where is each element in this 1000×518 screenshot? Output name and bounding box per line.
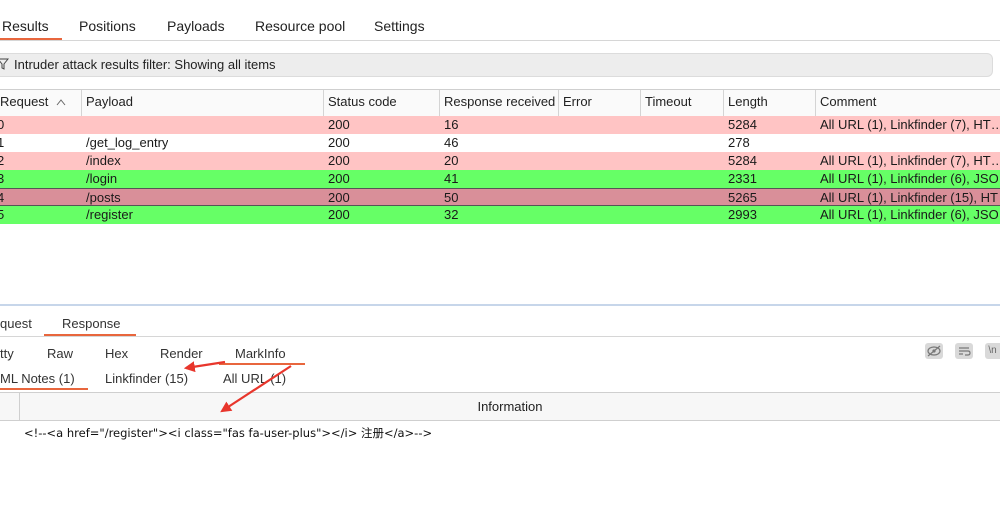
tab-response[interactable]: Response: [62, 316, 121, 331]
tab-raw[interactable]: Raw: [47, 346, 73, 361]
table-cell-received: 46: [444, 135, 459, 150]
table-row[interactable]: 3/login 200 41 2331 All URL (1), Linkfinder …: [0, 170, 1000, 188]
tab-resource-pool[interactable]: Resource pool: [255, 18, 345, 34]
tab-hex[interactable]: Hex: [105, 346, 128, 361]
tab-payloads[interactable]: Payloads: [167, 18, 225, 34]
table-cell-received: 32: [444, 207, 459, 222]
info-table-header: Information: [0, 392, 1000, 421]
table-cell-comment: All URL (1), Linkfinder (15), HT…: [820, 190, 998, 205]
table-cell-payload: /posts: [86, 190, 121, 205]
request-response-divider: [0, 336, 1000, 337]
column-header-comment[interactable]: Comment: [816, 90, 1000, 116]
table-cell-length: 278: [728, 135, 750, 150]
table-cell-received: 41: [444, 171, 459, 186]
table-row[interactable]: 4/posts 200 50 5265 All URL (1), Linkfinder …: [0, 188, 1000, 206]
pane-splitter[interactable]: [0, 304, 1000, 306]
tab-render[interactable]: Render: [160, 346, 203, 361]
info-table-row[interactable]: <!--<a href="/register"><i class="fas fa…: [24, 425, 432, 441]
tab-markinfo-underline: [219, 363, 305, 365]
table-cell-comment: All URL (1), Linkfinder (6), JSO…: [820, 207, 998, 222]
tab-html-notes[interactable]: ML Notes (1): [0, 371, 75, 386]
table-cell-length: 5265: [728, 190, 757, 205]
column-header-length[interactable]: Length: [724, 90, 816, 116]
column-header-status-code[interactable]: Status code: [324, 90, 440, 116]
table-cell-request: 2: [0, 153, 5, 168]
newline-toggle-icon[interactable]: \n: [985, 343, 1000, 359]
table-cell-length: 2993: [728, 207, 757, 222]
table-cell-status: 200: [328, 153, 350, 168]
table-row[interactable]: 5/register 200 32 2993 All URL (1), Linkfind…: [0, 206, 1000, 224]
table-cell-request: 3: [0, 171, 5, 186]
table-cell-status: 200: [328, 117, 350, 132]
table-cell-status: 200: [328, 207, 350, 222]
table-cell-received: 16: [444, 117, 459, 132]
table-cell-status: 200: [328, 171, 350, 186]
tab-linkfinder[interactable]: Linkfinder (15): [105, 371, 188, 386]
tab-positions[interactable]: Positions: [79, 18, 136, 34]
table-row[interactable]: 2/index 200 20 5284 All URL (1), Linkfinder …: [0, 152, 1000, 170]
column-header-response-received[interactable]: Response received: [440, 90, 559, 116]
column-header-request-label: Request: [0, 94, 49, 109]
tab-html-notes-underline: [0, 388, 88, 390]
hide-eye-icon[interactable]: [925, 343, 943, 359]
top-tabs-divider: [0, 40, 1000, 41]
tab-pretty[interactable]: tty: [0, 346, 14, 361]
table-cell-payload: /index: [86, 153, 121, 168]
info-table-index-column: [0, 393, 20, 420]
table-cell-received: 50: [444, 190, 459, 205]
table-cell-payload: /login: [86, 171, 118, 186]
sort-ascending-icon: [56, 99, 66, 106]
table-cell-status: 200: [328, 190, 350, 205]
filter-icon: [0, 58, 9, 70]
column-header-timeout[interactable]: Timeout: [641, 90, 724, 116]
table-cell-comment: All URL (1), Linkfinder (7), HT…: [820, 117, 998, 132]
table-cell-payload: /get_log_entry: [86, 135, 169, 150]
table-cell-length: 5284: [728, 117, 757, 132]
table-cell-comment: All URL (1), Linkfinder (7), HT…: [820, 153, 998, 168]
table-cell-comment: All URL (1), Linkfinder (6), JSO…: [820, 171, 998, 186]
info-table-header-label[interactable]: Information: [20, 393, 1000, 420]
table-cell-request: 0: [0, 117, 5, 132]
table-row[interactable]: 0 200 16 5284 All URL (1), Linkfinder (7), H…: [0, 116, 1000, 134]
column-header-error[interactable]: Error: [559, 90, 641, 116]
table-row[interactable]: 1/get_log_entry 200 46 278: [0, 134, 1000, 152]
table-cell-received: 20: [444, 153, 459, 168]
table-cell-status: 200: [328, 135, 350, 150]
table-cell-comment: [820, 134, 998, 152]
column-header-payload[interactable]: Payload: [82, 90, 324, 116]
results-filter-bar[interactable]: Intruder attack results filter: Showing …: [0, 53, 993, 77]
column-header-request[interactable]: Request: [0, 90, 82, 116]
table-cell-length: 2331: [728, 171, 757, 186]
table-cell-request: 4: [0, 190, 5, 205]
table-cell-length: 5284: [728, 153, 757, 168]
tab-all-url[interactable]: All URL (1): [223, 371, 286, 386]
table-cell-payload: /register: [86, 207, 133, 222]
tab-results[interactable]: Results: [2, 18, 49, 34]
table-cell-request: 5: [0, 207, 5, 222]
filter-text: Intruder attack results filter: Showing …: [14, 57, 276, 72]
table-cell-request: 1: [0, 135, 5, 150]
tab-markinfo[interactable]: MarkInfo: [235, 346, 286, 361]
word-wrap-icon[interactable]: [955, 343, 973, 359]
tab-settings[interactable]: Settings: [374, 18, 425, 34]
tab-request[interactable]: quest: [0, 316, 32, 331]
